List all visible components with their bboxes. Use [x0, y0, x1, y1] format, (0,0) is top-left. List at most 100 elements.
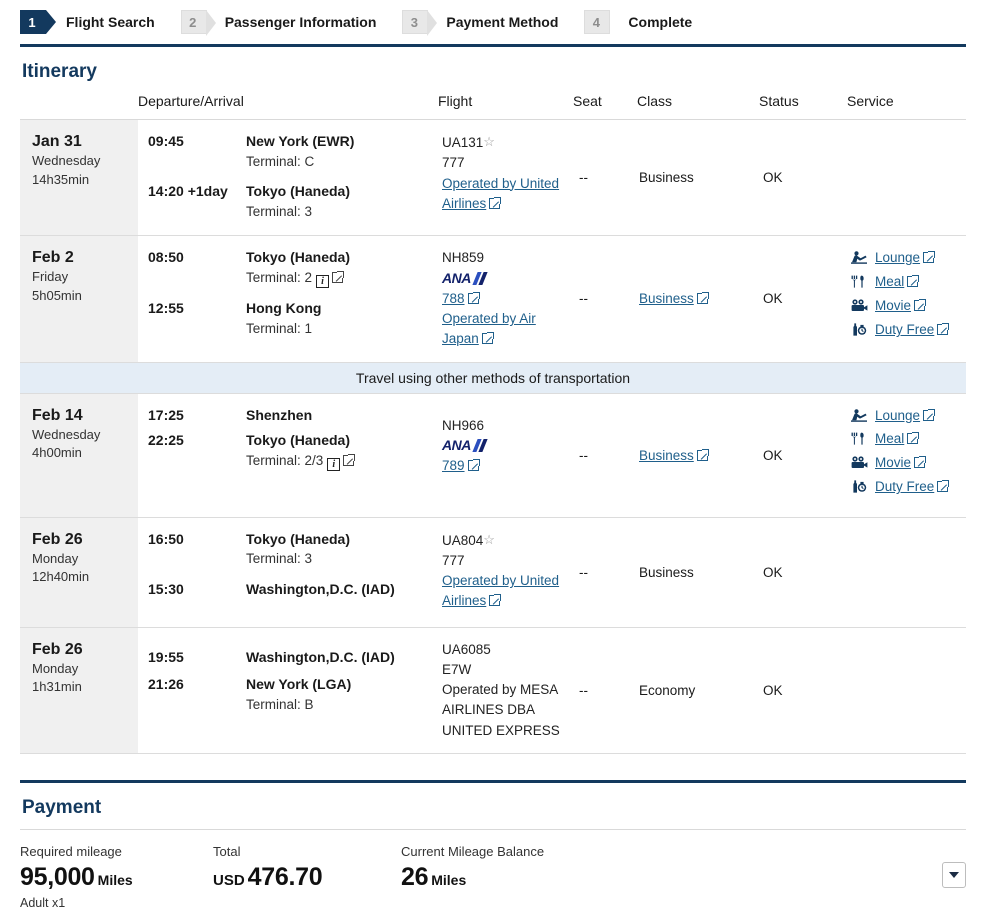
service-label: Meal: [875, 274, 905, 290]
mileage-balance-field: Current Mileage Balance 26 Miles: [401, 844, 942, 892]
service-label: Lounge: [875, 407, 921, 423]
row-weekday: Wednesday: [32, 426, 101, 442]
lounge-icon: [851, 248, 870, 271]
departure-place: Washington,D.C. (IAD): [246, 648, 395, 665]
col-class: Class: [637, 93, 673, 109]
service-movie[interactable]: Movie: [851, 453, 959, 476]
payment-title: Payment: [22, 796, 102, 818]
operated-by-link[interactable]: Operated by United Airlines: [442, 571, 573, 612]
row-class-cell: Business: [639, 564, 694, 580]
service-label: Duty Free: [875, 479, 935, 495]
row-status-cell: OK: [763, 447, 783, 463]
external-link-icon: [923, 251, 936, 264]
row-seat-cell: --: [579, 564, 588, 580]
class-link[interactable]: Business: [639, 448, 709, 463]
arrival-terminal: Terminal: 1: [246, 320, 313, 336]
itinerary-column-headers: Departure/Arrival Flight Seat Class Stat…: [20, 93, 966, 120]
row-date-cell: Feb 26 Monday 1h31min: [20, 627, 138, 753]
table-row: Feb 14 Wednesday 4h00min 17:25 Shenzhen …: [20, 393, 966, 518]
external-link-icon: [696, 448, 709, 461]
row-seat-cell: --: [579, 291, 588, 307]
col-date: [20, 93, 138, 109]
col-flight: Flight: [438, 93, 473, 109]
table-row: Feb 2 Friday 5h05min 08:50 Tokyo (Haneda…: [20, 236, 966, 363]
aircraft-link[interactable]: 789: [442, 456, 573, 476]
transfer-banner: Travel using other methods of transporta…: [20, 362, 966, 394]
class-link[interactable]: Business: [639, 291, 709, 306]
external-link-icon[interactable]: [332, 270, 345, 283]
flight-number: NH859: [442, 250, 485, 266]
row-date-cell: Jan 31 Wednesday 14h35min: [20, 120, 138, 236]
itinerary-title: Itinerary: [22, 61, 97, 82]
arrival-time: 12:55: [148, 299, 184, 316]
aircraft-type: 777: [442, 552, 465, 568]
service-meal[interactable]: Meal: [851, 272, 959, 295]
service-label: Movie: [875, 298, 912, 314]
ana-logo-icon: ANA: [442, 437, 488, 453]
departure-place: Tokyo (Haneda): [246, 249, 350, 266]
aircraft-link[interactable]: 788: [442, 289, 573, 309]
step-3[interactable]: 3 Payment Method: [402, 9, 584, 36]
arrival-leg: 22:25 Tokyo (Haneda) Terminal: 2/3 i: [148, 431, 438, 471]
row-service-cell: [847, 628, 959, 753]
payment-summary: Required mileage 95,000 Miles Adult x1 To…: [20, 830, 966, 910]
row-status-cell: OK: [763, 170, 783, 186]
required-mileage-field: Required mileage 95,000 Miles Adult x1: [20, 844, 213, 910]
row-departure-arrival-cell: 08:50 Tokyo (Haneda) Terminal: 2i 12:55 …: [138, 236, 438, 361]
row-seat-cell: --: [579, 682, 588, 698]
departure-place: Shenzhen: [246, 406, 313, 423]
row-flight-cell: UA131☆ 777 Operated by United Airlines: [438, 120, 573, 235]
step-4[interactable]: 4 Complete: [584, 9, 718, 35]
row-class-cell: Business: [637, 394, 759, 517]
service-lounge[interactable]: Lounge: [851, 406, 959, 429]
arrival-leg: 12:55 Hong Kong Terminal: 1: [148, 299, 438, 338]
operated-by-link[interactable]: Operated by Air Japan: [442, 309, 573, 350]
meal-icon: [851, 272, 870, 295]
total-value: USD 476.70: [213, 862, 323, 891]
row-weekday: Friday: [32, 269, 69, 285]
departure-place: New York (EWR): [246, 133, 355, 149]
operated-by-link[interactable]: Operated by United Airlines: [442, 174, 573, 215]
service-lounge[interactable]: Lounge: [851, 248, 959, 271]
table-row: Feb 26 Monday 12h40min 16:50 Tokyo (Hane…: [20, 517, 966, 628]
terminal-info-icon[interactable]: i: [316, 274, 330, 288]
row-duration: 12h40min: [32, 569, 90, 585]
service-duty-free[interactable]: Duty Free: [851, 477, 959, 500]
arrival-terminal: Terminal: 3: [246, 203, 313, 219]
aircraft-type: 777: [442, 155, 465, 171]
flight-number: UA6085: [442, 641, 491, 657]
service-movie[interactable]: Movie: [851, 296, 959, 319]
row-date: Feb 2: [32, 249, 74, 267]
row-flight-cell: NH859 ANA 788 Operated by Air Japan: [438, 236, 573, 361]
step-2[interactable]: 2 Passenger Information: [180, 9, 403, 36]
departure-leg: 08:50 Tokyo (Haneda) Terminal: 2i: [148, 248, 438, 288]
mileage-balance-value: 26 Miles: [401, 862, 467, 891]
col-status: Status: [759, 93, 799, 109]
departure-terminal: Terminal: 2i: [246, 268, 350, 288]
service-meal[interactable]: Meal: [851, 429, 959, 452]
chevron-down-icon: [949, 871, 959, 878]
star-alliance-icon: ☆: [483, 134, 495, 149]
terminal-info-icon[interactable]: i: [327, 457, 341, 471]
total-label: Total: [213, 843, 241, 859]
required-mileage-label: Required mileage: [20, 843, 122, 859]
row-status-cell: OK: [763, 682, 783, 698]
step-1[interactable]: 1 Flight Search: [20, 9, 181, 35]
row-service-cell: [847, 120, 959, 235]
payment-expand-button[interactable]: [942, 861, 966, 888]
external-link-icon: [907, 275, 920, 288]
row-status-cell: OK: [763, 564, 783, 580]
arrival-place: New York (LGA): [246, 676, 352, 693]
row-flight-cell: UA6085 E7W Operated by MESA AIRLINES DBA…: [438, 628, 573, 753]
step-1-label: Flight Search: [66, 14, 155, 30]
col-departure-arrival: Departure/Arrival: [138, 93, 244, 109]
movie-icon: [851, 453, 870, 476]
row-departure-arrival-cell: 16:50 Tokyo (Haneda) Terminal: 3 15:30 W…: [138, 518, 438, 627]
row-seat-cell: --: [579, 170, 588, 186]
service-duty-free[interactable]: Duty Free: [851, 320, 959, 343]
external-link-icon[interactable]: [343, 453, 356, 466]
itinerary-table: Departure/Arrival Flight Seat Class Stat…: [20, 93, 966, 754]
row-class-cell: Business: [639, 170, 694, 186]
row-weekday: Monday: [32, 660, 79, 676]
row-seat-cell: --: [579, 447, 588, 463]
